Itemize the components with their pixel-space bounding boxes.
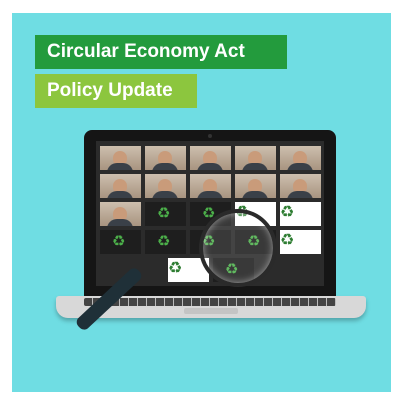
- participant-tile[interactable]: [235, 146, 276, 170]
- recycle-logo-tile[interactable]: ♻: [145, 202, 186, 226]
- participant-shirt: [287, 163, 313, 170]
- magnifying-glass-icon: [74, 209, 288, 333]
- graphic-frame: Circular Economy Act Policy Update ♻ ♻ ♻…: [12, 13, 391, 392]
- participant-tile[interactable]: [280, 146, 321, 170]
- participant-shirt: [152, 163, 178, 170]
- subtitle-banner: Policy Update: [35, 74, 197, 108]
- participant-tile[interactable]: [190, 146, 231, 170]
- participant-shirt: [287, 191, 313, 198]
- participant-shirt: [242, 163, 268, 170]
- participant-tile[interactable]: [145, 174, 186, 198]
- recycle-icon: ♻: [168, 260, 183, 277]
- participant-tile[interactable]: [100, 174, 141, 198]
- title-banner: Circular Economy Act: [35, 35, 287, 69]
- recycle-icon: ♻: [112, 233, 126, 250]
- recycle-icon: ♻: [157, 205, 171, 222]
- recycle-icon: ♻: [157, 233, 171, 250]
- magnifier-lens: [199, 209, 277, 287]
- participant-shirt: [242, 191, 268, 198]
- participant-tile[interactable]: [280, 174, 321, 198]
- participant-tile[interactable]: [190, 174, 231, 198]
- participant-shirt: [107, 219, 133, 226]
- organization-logo-tile[interactable]: ♻: [100, 230, 141, 254]
- webcam: [208, 134, 212, 138]
- participant-shirt: [197, 163, 223, 170]
- participant-tile[interactable]: [235, 174, 276, 198]
- participant-shirt: [107, 163, 133, 170]
- recycle-logo-tile[interactable]: ♻: [145, 230, 186, 254]
- participant-tile[interactable]: [145, 146, 186, 170]
- participant-shirt: [152, 191, 178, 198]
- participant-tile[interactable]: [100, 146, 141, 170]
- participant-shirt: [197, 191, 223, 198]
- participant-shirt: [107, 191, 133, 198]
- participant-tile[interactable]: [100, 202, 141, 226]
